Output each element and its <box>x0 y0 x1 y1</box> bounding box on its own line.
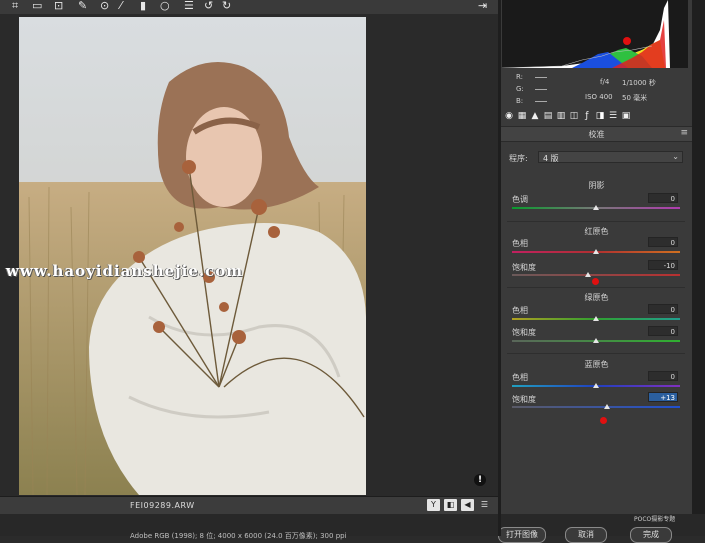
transform-icon[interactable]: ⊡ <box>54 0 63 12</box>
adjust-panel <box>501 0 692 514</box>
tab-lens-icon[interactable]: ◫ <box>569 111 579 122</box>
slider-value[interactable]: 0 <box>648 237 678 247</box>
red-sat-track[interactable] <box>512 274 680 276</box>
bottom-bar: Adobe RGB (1998); 8 位; 4000 x 6000 (24.0… <box>0 514 705 543</box>
process-label: 程序: <box>509 154 528 163</box>
divider <box>507 287 685 288</box>
slider-label: 色相 <box>512 239 528 248</box>
slider-thumb[interactable] <box>593 383 599 388</box>
section-header: 阴影 <box>588 181 605 190</box>
r-value <box>535 77 547 78</box>
slider-value[interactable]: 0 <box>648 371 678 381</box>
slider-thumb[interactable] <box>593 205 599 210</box>
slider-value[interactable]: 0 <box>648 193 678 203</box>
annotation-marker <box>592 278 599 285</box>
r-label: R: <box>516 73 524 81</box>
swap-button[interactable]: ◀ <box>461 499 474 511</box>
tab-effects-icon[interactable]: ƒ <box>582 111 592 122</box>
iso: ISO 400 <box>585 93 613 101</box>
done-button[interactable]: 完成 <box>630 527 672 543</box>
export-icon[interactable]: ⇥ <box>478 0 487 12</box>
toolbar: ⌗ ▭ ⊡ ✎ ⊙ ⁄ ▮ ○ ☰ ↺ ↻ ⇥ <box>0 0 498 14</box>
tab-tone-curve-icon[interactable]: ▦ <box>517 111 527 122</box>
panel-scrollbar[interactable] <box>692 0 705 514</box>
slider-label: 饱和度 <box>512 395 536 404</box>
brush-icon[interactable]: ⁄ <box>120 0 122 12</box>
radial-filter-icon[interactable]: ○ <box>160 0 170 12</box>
panel-title: 校准 <box>588 130 605 139</box>
spot-removal-icon[interactable]: ✎ <box>78 0 87 12</box>
status-bar: FEI09289.ARW Y ◧ ◀ ☰ <box>0 496 498 515</box>
g-label: G: <box>516 85 524 93</box>
settings-button[interactable]: ☰ <box>478 499 491 511</box>
divider <box>507 221 685 222</box>
tab-detail-icon[interactable]: ▲ <box>530 111 540 122</box>
watermark-text: www.haoyidianshejie.com <box>6 262 244 280</box>
annotation-marker <box>600 417 607 424</box>
crop-icon[interactable]: ⌗ <box>12 0 18 12</box>
blue-sat-track[interactable] <box>512 406 680 408</box>
before-after-button[interactable]: ◧ <box>444 499 457 511</box>
section-header: 蓝原色 <box>584 360 609 369</box>
g-value <box>535 89 547 90</box>
slider-label: 色相 <box>512 306 528 315</box>
slider-thumb[interactable] <box>593 338 599 343</box>
slider-thumb[interactable] <box>585 272 591 277</box>
aperture: f/4 <box>600 78 610 86</box>
b-label: B: <box>516 97 524 105</box>
tab-snapshots-icon[interactable]: ▣ <box>621 111 631 122</box>
process-select[interactable]: 4 版 ⌄ <box>538 151 683 163</box>
photo-preview[interactable] <box>19 17 366 495</box>
slider-value[interactable]: -10 <box>648 260 678 270</box>
cancel-button[interactable]: 取消 <box>565 527 607 543</box>
tab-basic-icon[interactable]: ◉ <box>504 111 514 122</box>
slider-thumb[interactable] <box>593 249 599 254</box>
slider-label: 饱和度 <box>512 328 536 337</box>
open-image-button[interactable]: 打开图像 <box>498 527 546 543</box>
process-value: 4 版 <box>543 154 559 163</box>
tab-hsl-icon[interactable]: ▤ <box>543 111 553 122</box>
warning-icon[interactable]: ! <box>474 474 486 486</box>
slider-thumb[interactable] <box>604 404 610 409</box>
slider-label: 饱和度 <box>512 263 536 272</box>
focal-length: 50 毫米 <box>622 94 648 102</box>
list-icon[interactable]: ☰ <box>184 0 194 12</box>
histogram <box>501 0 688 69</box>
rotate-right-icon[interactable]: ↻ <box>222 0 231 12</box>
file-name: FEI09289.ARW <box>130 501 195 510</box>
slider-thumb[interactable] <box>593 316 599 321</box>
tab-calibration-icon[interactable]: ◨ <box>595 111 605 122</box>
brand-watermark: POCO摄影专题 <box>634 516 676 523</box>
workflow-options-link[interactable]: Adobe RGB (1998); 8 位; 4000 x 6000 (24.0… <box>130 531 347 541</box>
panel-menu-icon[interactable]: ≡ <box>680 128 688 138</box>
tab-presets-icon[interactable]: ☰ <box>608 111 618 122</box>
graduated-filter-icon[interactable]: ▮ <box>140 0 146 12</box>
slider-label: 色调 <box>512 195 528 204</box>
chevron-down-icon: ⌄ <box>672 152 679 161</box>
panel-header: 校准 ≡ <box>501 126 692 142</box>
shutter-speed: 1/1000 秒 <box>622 79 656 87</box>
view-toggle-button[interactable]: Y <box>427 499 440 511</box>
redeye-icon[interactable]: ⊙ <box>100 0 109 12</box>
b-value <box>535 101 547 102</box>
section-header: 红原色 <box>584 227 609 236</box>
rotate-left-icon[interactable]: ↺ <box>204 0 213 12</box>
tab-split-toning-icon[interactable]: ▥ <box>556 111 566 122</box>
panel-tabs: ◉ ▦ ▲ ▤ ▥ ◫ ƒ ◨ ☰ ▣ <box>501 109 692 125</box>
straighten-icon[interactable]: ▭ <box>32 0 42 12</box>
slider-value-active[interactable]: +13 <box>648 392 678 402</box>
slider-label: 色相 <box>512 373 528 382</box>
divider <box>507 353 685 354</box>
slider-value[interactable]: 0 <box>648 326 678 336</box>
slider-value[interactable]: 0 <box>648 304 678 314</box>
section-header: 绿原色 <box>584 293 609 302</box>
